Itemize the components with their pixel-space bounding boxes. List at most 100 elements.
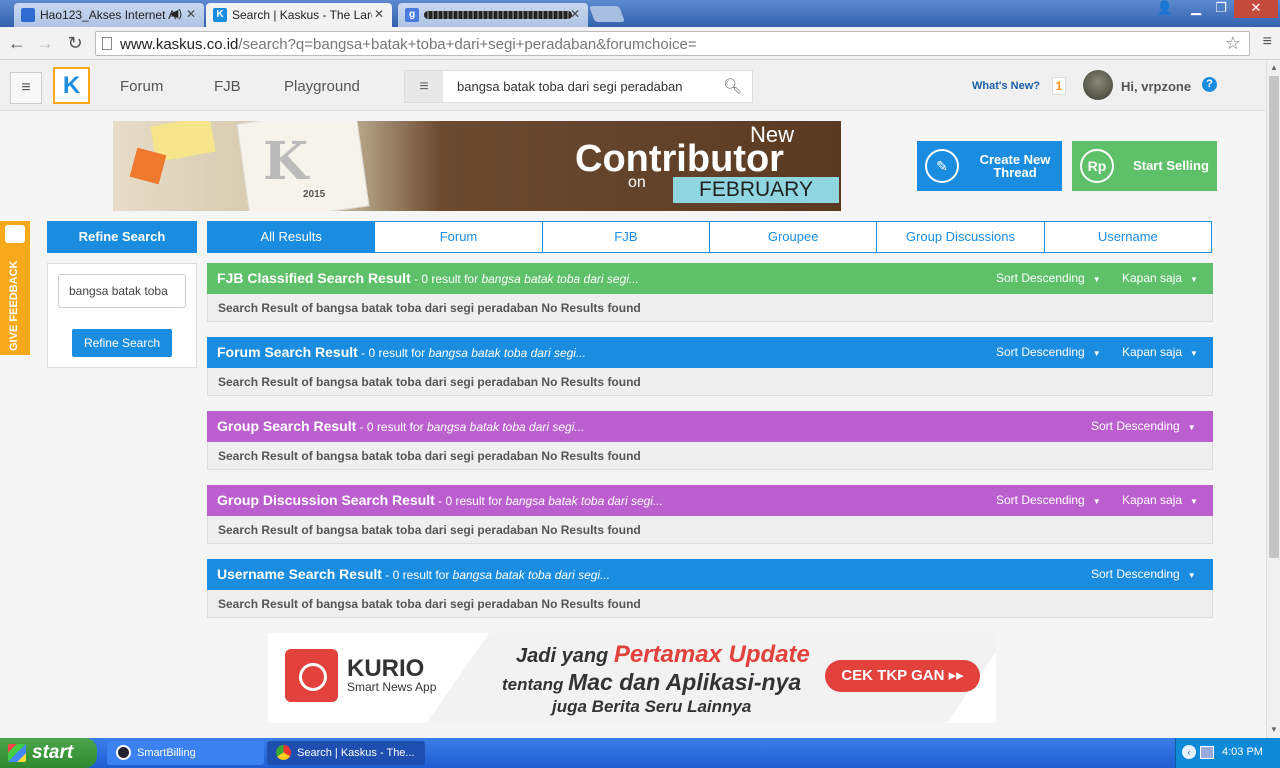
time-filter-dropdown[interactable]: Kapan saja ▼ xyxy=(1122,345,1198,359)
sharpener-image xyxy=(129,147,167,185)
url-text: www.kaskus.co.id/search?q=bangsa+batak+t… xyxy=(120,36,697,53)
minimize-button[interactable]: ▁ xyxy=(1183,0,1209,18)
caret-down-icon: ▼ xyxy=(1092,497,1101,506)
network-icon[interactable] xyxy=(1200,746,1214,759)
sort-dropdown[interactable]: Sort Descending ▼ xyxy=(996,271,1101,285)
contributor-banner[interactable]: K 2015 New Contributor on FEBRUARY xyxy=(113,121,841,211)
tab-forum[interactable]: Forum xyxy=(374,222,541,252)
username-result-section: Username Search Result - 0 result for ba… xyxy=(207,559,1213,618)
time-filter-dropdown[interactable]: Kapan saja ▼ xyxy=(1122,493,1198,507)
search-result-tabs: All Results Forum FJB Groupee Group Disc… xyxy=(207,221,1212,253)
nav-fjb[interactable]: FJB xyxy=(214,78,241,95)
kaskus-favicon-icon: K xyxy=(213,8,227,22)
section-title[interactable]: Group Search Result xyxy=(217,418,356,434)
refine-search-input[interactable] xyxy=(58,274,186,308)
close-window-button[interactable]: ✕ xyxy=(1234,0,1278,18)
forward-arrow-icon[interactable]: → xyxy=(33,32,57,54)
caret-down-icon: ▼ xyxy=(1190,497,1198,506)
close-tab-icon[interactable]: ✕ xyxy=(374,7,384,21)
clock[interactable]: 4:03 PM xyxy=(1222,746,1263,758)
sort-dropdown[interactable]: Sort Descending ▼ xyxy=(1091,419,1196,433)
give-feedback-tab[interactable]: GIVE FEEDBACK xyxy=(0,221,30,355)
section-title[interactable]: Username Search Result xyxy=(217,566,382,582)
tab-username[interactable]: Username xyxy=(1043,222,1211,252)
section-title[interactable]: FJB Classified Search Result xyxy=(217,270,411,286)
refine-search-panel: Refine Search xyxy=(47,263,197,368)
nav-playground[interactable]: Playground xyxy=(284,78,360,95)
browser-menu-icon[interactable]: ≡ xyxy=(1263,33,1272,51)
k-sketch-image: K xyxy=(263,131,309,192)
system-tray: ‹ 4:03 PM xyxy=(1175,738,1280,768)
help-icon[interactable]: ? xyxy=(1202,77,1217,92)
ad-line-1: Jadi yang Pertamax Update xyxy=(516,641,810,668)
ad-cta-button[interactable]: CEK TKP GAN ▸▸ xyxy=(825,660,980,692)
group-discussion-result-section: Group Discussion Search Result - 0 resul… xyxy=(207,485,1213,544)
hamburger-menu-icon[interactable]: ≡ xyxy=(10,72,42,104)
section-title[interactable]: Group Discussion Search Result xyxy=(217,492,435,508)
scroll-down-arrow-icon[interactable]: ▼ xyxy=(1270,725,1278,734)
section-query: bangsa batak toba dari segi... xyxy=(426,420,585,434)
taskbar-item-chrome[interactable]: Search | Kaskus - The... xyxy=(267,741,425,765)
tab-title: Hao123_Akses Internet A xyxy=(40,8,177,22)
speaker-icon: ◀) xyxy=(169,8,182,20)
whats-new-link[interactable]: What's New? xyxy=(972,80,1040,92)
address-bar[interactable]: www.kaskus.co.id/search?q=bangsa+batak+t… xyxy=(95,31,1250,56)
search-icon[interactable]: 🔍︎ xyxy=(723,77,742,95)
close-tab-icon[interactable]: ✕ xyxy=(186,7,196,21)
reload-icon[interactable]: ↻ xyxy=(63,32,87,54)
ad-brand-sub: Smart News App xyxy=(347,680,437,694)
start-selling-button[interactable]: Rp Start Selling xyxy=(1072,141,1217,191)
page-icon xyxy=(102,37,112,50)
browser-tab-hao123[interactable]: Hao123_Akses Internet A ◀) ✕ xyxy=(14,3,204,27)
browser-tab-kaskus[interactable]: K Search | Kaskus - The Larges ✕ xyxy=(206,3,392,27)
bookmark-star-icon[interactable]: ☆ xyxy=(1225,33,1241,54)
create-new-thread-button[interactable]: ✎ Create New Thread xyxy=(917,141,1062,191)
fjb-result-section: FJB Classified Search Result - 0 result … xyxy=(207,263,1213,322)
search-category-icon[interactable]: ≡ xyxy=(405,71,443,102)
scroll-up-arrow-icon[interactable]: ▲ xyxy=(1270,63,1278,72)
windows-flag-icon xyxy=(8,744,26,762)
nav-forum[interactable]: Forum xyxy=(120,78,163,95)
tab-group-discussions[interactable]: Group Discussions xyxy=(876,222,1043,252)
group-result-section: Group Search Result - 0 result for bangs… xyxy=(207,411,1213,470)
browser-tab-google[interactable]: g ✕ xyxy=(398,3,588,27)
notification-count[interactable]: 1 xyxy=(1052,77,1066,95)
caret-down-icon: ▼ xyxy=(1092,275,1101,284)
user-greeting[interactable]: Hi, vrpzone xyxy=(1121,79,1191,94)
feedback-chat-icon xyxy=(5,225,25,243)
tab-fjb[interactable]: FJB xyxy=(541,222,709,252)
taskbar-item-smartbilling[interactable]: SmartBilling xyxy=(107,741,264,765)
new-tab-button[interactable] xyxy=(589,6,625,22)
time-filter-dropdown[interactable]: Kapan saja ▼ xyxy=(1122,271,1198,285)
refine-search-button[interactable]: Refine Search xyxy=(72,329,172,357)
restore-button[interactable]: ❐ xyxy=(1208,0,1234,18)
scrollbar-thumb[interactable] xyxy=(1269,76,1279,558)
close-tab-icon[interactable]: ✕ xyxy=(570,7,580,21)
tab-all-results[interactable]: All Results xyxy=(208,222,375,252)
header-search-input[interactable]: bangsa batak toba dari segi peradaban xyxy=(457,79,683,94)
sort-dropdown[interactable]: Sort Descending ▼ xyxy=(1091,567,1196,581)
sort-dropdown[interactable]: Sort Descending ▼ xyxy=(996,493,1101,507)
tab-groupee[interactable]: Groupee xyxy=(708,222,876,252)
taskbar: start SmartBilling Search | Kaskus - The… xyxy=(0,738,1280,768)
start-button[interactable]: start xyxy=(0,738,97,768)
caret-down-icon: ▼ xyxy=(1092,349,1101,358)
pencil-icon: ✎ xyxy=(925,149,959,183)
kurio-ad-banner[interactable]: KURIO Smart News App Jadi yang Pertamax … xyxy=(268,633,996,723)
chrome-icon xyxy=(276,745,291,760)
section-header: Username Search Result - 0 result for ba… xyxy=(207,559,1213,590)
section-title[interactable]: Forum Search Result xyxy=(217,344,358,360)
feedback-label: GIVE FEEDBACK xyxy=(8,260,20,351)
avatar[interactable] xyxy=(1083,70,1113,100)
page-scrollbar[interactable]: ▲ ▼ xyxy=(1266,61,1280,738)
show-hidden-icons-icon[interactable]: ‹ xyxy=(1182,745,1196,759)
back-arrow-icon[interactable]: ← xyxy=(5,32,29,54)
user-profile-icon[interactable]: 👤 xyxy=(1152,0,1178,18)
sort-dropdown[interactable]: Sort Descending ▼ xyxy=(996,345,1101,359)
kaskus-logo[interactable]: K xyxy=(53,67,90,104)
section-body: Search Result of bangsa batak toba dari … xyxy=(207,294,1213,322)
caret-down-icon: ▼ xyxy=(1190,349,1198,358)
refine-search-heading: Refine Search xyxy=(47,221,197,253)
section-query: bangsa batak toba dari segi... xyxy=(481,272,639,286)
section-header: Group Discussion Search Result - 0 resul… xyxy=(207,485,1213,516)
